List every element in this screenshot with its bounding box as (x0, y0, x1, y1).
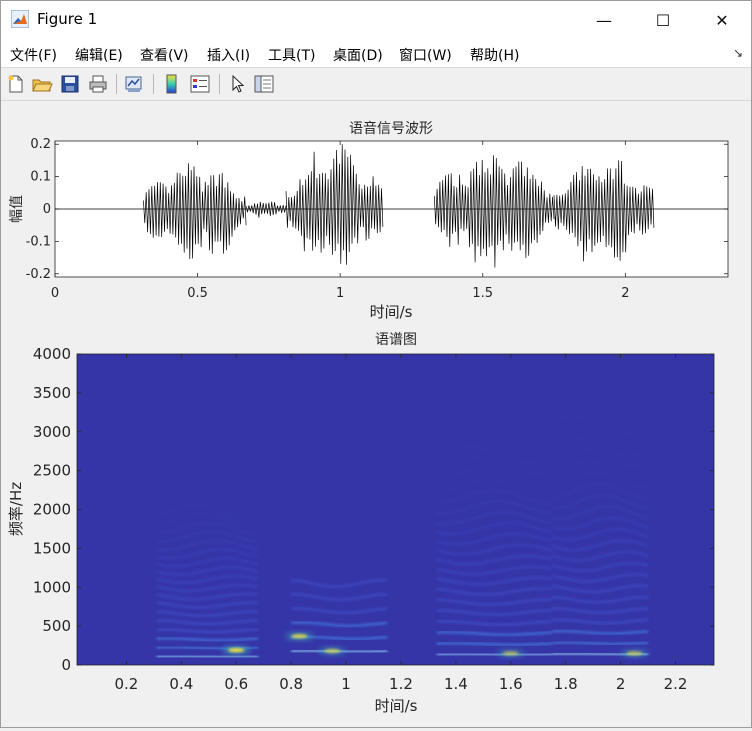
spectrogram-y-tick-label: 4000 (33, 345, 71, 363)
spectrogram-harmonic-band (436, 652, 553, 657)
waveform-axes: 语音信号波形 时间/s 幅值 0 0.5 1 1.5 2 -0.2 -0.1 0 0.1 0.2 (9, 120, 729, 321)
waveform-y-tick-label: -0.1 (26, 234, 51, 249)
open-file-icon[interactable] (31, 73, 53, 95)
edit-plot-cursor-icon[interactable] (227, 73, 249, 95)
spectrogram-y-tick-label: 0 (61, 656, 71, 674)
waveform-x-tick-label: 0 (51, 286, 59, 301)
menu-tools[interactable]: 工具(T) (268, 45, 315, 65)
waveform-y-tick-label: 0.1 (30, 170, 51, 185)
spectrogram-axes: 语谱图 时间/s 频率/Hz 0.2 0.4 0.6 0.8 1 1.2 1.4 1.6 1.8… (7, 332, 715, 715)
spectrogram-y-tick-label: 2000 (33, 501, 71, 519)
spectrogram-x-tick-label: 1 (341, 675, 351, 693)
waveform-y-tick-label: 0.2 (30, 137, 51, 152)
menu-file[interactable]: 文件(F) (10, 45, 57, 65)
spectrogram-x-tick-label: 1.6 (499, 675, 523, 693)
spectrogram-x-tick-label: 0.6 (224, 675, 248, 693)
spectrogram-hotspot (324, 648, 341, 654)
spectrogram-y-tick-label: 1000 (33, 578, 71, 596)
spectrogram-y-tick-label: 500 (42, 617, 71, 635)
toolbar-separator (116, 74, 117, 94)
spectrogram-y-tick-label: 1500 (33, 539, 71, 557)
matlab-logo-icon (11, 10, 29, 28)
spectrogram-x-tick-label: 0.8 (279, 675, 303, 693)
waveform-ylabel: 幅值 (9, 195, 25, 223)
toolbar (1, 68, 751, 101)
insert-legend-icon[interactable] (189, 73, 211, 95)
waveform-x-tick-label: 2 (621, 286, 629, 301)
new-figure-icon[interactable] (5, 73, 27, 95)
spectrogram-x-tick-label: 1.8 (554, 675, 578, 693)
spectrogram-harmonic-band (156, 654, 259, 659)
menu-window[interactable]: 窗口(W) (399, 45, 452, 65)
waveform-title: 语音信号波形 (349, 120, 433, 137)
link-plot-icon[interactable] (123, 73, 145, 95)
minimize-icon: — (596, 10, 612, 30)
spectrogram-hotspot (626, 651, 643, 656)
print-icon[interactable] (87, 73, 109, 95)
spectrogram-x-tick-label: 0.2 (114, 675, 138, 693)
figure-canvas: 语音信号波形 时间/s 幅值 0 0.5 1 1.5 2 -0.2 -0.1 0 0.1 0.2… (1, 101, 751, 727)
spectrogram-y-tick-label: 2500 (33, 462, 71, 480)
title-bar: Figure 1 — ☐ ✕ (1, 1, 751, 39)
menu-bar: 文件(F) 编辑(E) 查看(V) 插入(I) 工具(T) 桌面(D) 窗口(W… (1, 39, 751, 68)
waveform-y-tick-label: -0.2 (26, 267, 51, 282)
spectrogram-hotspot (228, 648, 245, 653)
menu-edit[interactable]: 编辑(E) (75, 45, 123, 65)
menu-insert[interactable]: 插入(I) (207, 45, 250, 65)
waveform-y-tick-label: 0 (43, 202, 51, 217)
waveform-x-tick-label: 0.5 (187, 286, 208, 301)
spectrogram-x-tick-label: 2.2 (664, 675, 688, 693)
spectrogram-title: 语谱图 (375, 332, 417, 348)
spectrogram-x-tick-label: 0.4 (169, 675, 193, 693)
waveform-x-tick-label: 1 (336, 286, 344, 301)
spectrogram-x-tick-label: 2 (616, 675, 626, 693)
close-icon: ✕ (715, 10, 729, 30)
spectrogram-hotspot (502, 651, 519, 656)
spectrogram-hotspot (291, 634, 308, 639)
close-button[interactable]: ✕ (699, 1, 745, 39)
property-inspector-icon[interactable] (253, 73, 275, 95)
maximize-icon: ☐ (655, 10, 671, 30)
window-title: Figure 1 (37, 10, 98, 28)
figure-window: Figure 1 — ☐ ✕ 文件(F) 编辑(E) 查看(V) 插入(I) 工… (0, 0, 752, 728)
waveform-x-tick-label: 1.5 (472, 286, 493, 301)
menu-help[interactable]: 帮助(H) (470, 45, 519, 65)
menu-view[interactable]: 查看(V) (140, 45, 189, 65)
toolbar-separator (153, 74, 154, 94)
spectrogram-xlabel: 时间/s (375, 697, 418, 715)
spectrogram-x-tick-label: 1.2 (389, 675, 413, 693)
save-icon[interactable] (59, 73, 81, 95)
figure-axes-container: 语音信号波形 时间/s 幅值 0 0.5 1 1.5 2 -0.2 -0.1 0 0.1 0.2… (7, 120, 729, 715)
spectrogram-y-tick-label: 3500 (33, 384, 71, 402)
maximize-button[interactable]: ☐ (640, 1, 686, 39)
minimize-button[interactable]: — (581, 1, 627, 39)
dock-arrow-icon[interactable]: ↘ (733, 46, 743, 60)
menu-desktop[interactable]: 桌面(D) (333, 45, 383, 65)
spectrogram-ylabel: 频率/Hz (7, 482, 25, 536)
spectrogram-x-tick-label: 1.4 (444, 675, 468, 693)
spectrogram-y-tick-label: 3000 (33, 423, 71, 441)
waveform-xlabel: 时间/s (370, 303, 413, 321)
toolbar-separator (219, 74, 220, 94)
insert-colorbar-icon[interactable] (161, 73, 183, 95)
